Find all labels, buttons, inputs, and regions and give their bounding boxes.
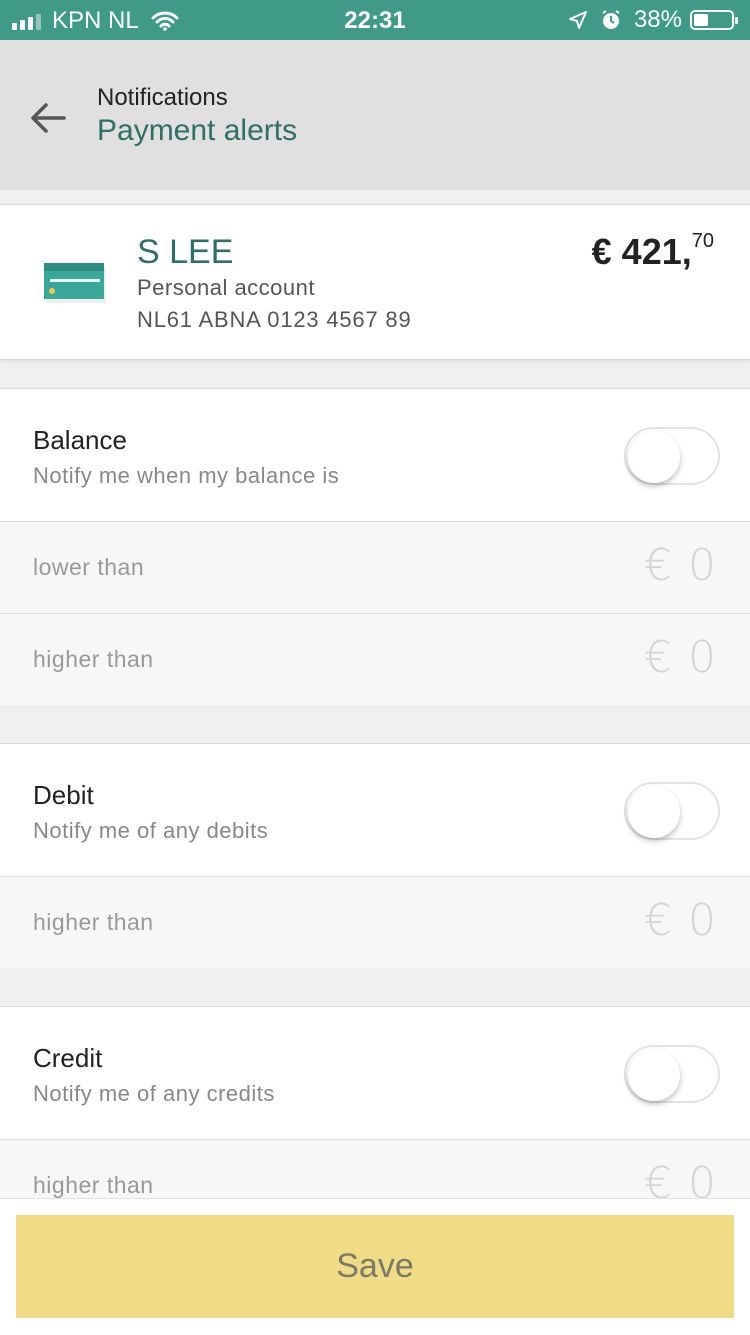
toggle-knob — [628, 786, 680, 838]
balance-description: Notify me when my balance is — [33, 463, 340, 488]
row-label: higher than — [33, 646, 154, 672]
amount-input[interactable]: €0 — [644, 632, 716, 683]
credit-description: Notify me of any credits — [33, 1081, 275, 1106]
balance-toggle[interactable] — [624, 427, 720, 485]
row-label: lower than — [33, 554, 145, 580]
battery-percentage: 38% — [633, 6, 682, 33]
balance-main: € 421, — [591, 231, 692, 272]
page-title: Payment alerts — [97, 114, 298, 147]
debit-alert-section: Debit Notify me of any debits higher tha… — [0, 743, 750, 968]
account-holder-name: S LEE — [137, 233, 234, 271]
app-header: Notifications Payment alerts — [0, 40, 750, 190]
save-button[interactable]: Save — [16, 1215, 734, 1318]
credit-title: Credit — [33, 1043, 103, 1073]
account-card: S LEE Personal account NL61 ABNA 0123 45… — [0, 204, 750, 360]
amount-value: 0 — [688, 632, 716, 683]
account-iban: NL61 ABNA 0123 4567 89 — [137, 307, 412, 332]
euro-sign: € — [644, 895, 672, 946]
header-subtitle: Notifications — [97, 84, 228, 111]
balance-cents: 70 — [691, 230, 714, 252]
battery-icon — [690, 10, 738, 30]
balance-title: Balance — [33, 425, 127, 455]
euro-sign: € — [644, 632, 672, 683]
amount-value: 0 — [688, 540, 716, 591]
location-arrow-icon — [568, 11, 587, 29]
account-balance: € 421,70 — [591, 230, 714, 273]
balance-lower-than-row[interactable]: lower than €0 — [0, 521, 750, 613]
debit-title: Debit — [33, 780, 94, 810]
row-label: higher than — [33, 1172, 154, 1198]
credit-toggle[interactable] — [624, 1045, 720, 1103]
amount-value: 0 — [688, 895, 716, 946]
bank-card-icon — [44, 263, 106, 303]
row-label: higher than — [33, 909, 154, 935]
bottom-action-bar: Save — [0, 1198, 750, 1335]
debit-description: Notify me of any debits — [33, 818, 269, 843]
toggle-knob — [628, 431, 680, 483]
debit-higher-than-row[interactable]: higher than €0 — [0, 876, 750, 968]
account-type: Personal account — [137, 275, 315, 300]
toggle-knob — [628, 1049, 680, 1101]
status-bar: KPN NL 22:31 38% — [0, 0, 750, 40]
balance-higher-than-row[interactable]: higher than €0 — [0, 613, 750, 705]
debit-toggle[interactable] — [624, 782, 720, 840]
amount-input[interactable]: €0 — [644, 895, 716, 946]
euro-sign: € — [644, 540, 672, 591]
back-arrow-icon[interactable] — [28, 100, 68, 136]
amount-input[interactable]: €0 — [644, 540, 716, 591]
alarm-clock-icon — [602, 10, 620, 29]
balance-alert-section: Balance Notify me when my balance is low… — [0, 388, 750, 705]
